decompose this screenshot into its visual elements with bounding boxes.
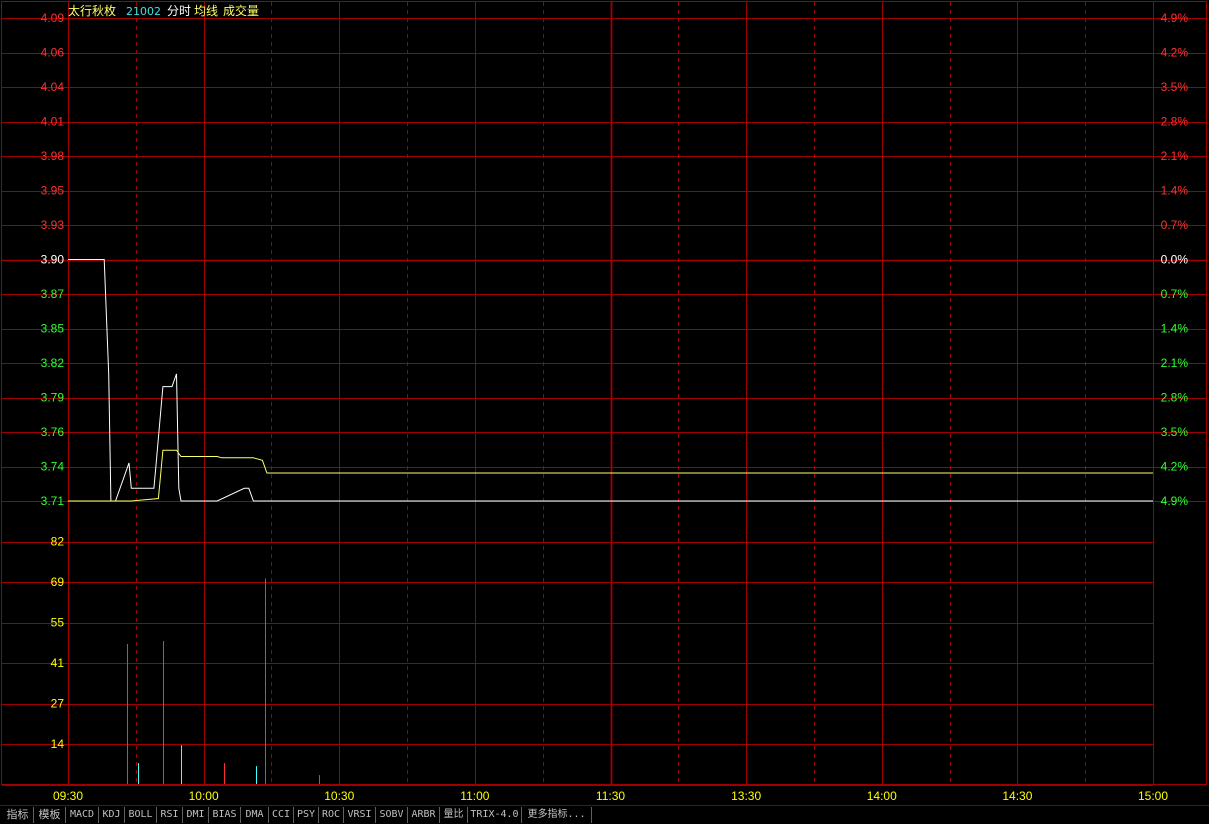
price-lines	[68, 259, 1153, 502]
time-axis: 09:30 10:00 10:30 11:00 11:30 13:30 14:00 14:30…	[53, 789, 1168, 803]
indicator-tab[interactable]: 指标	[2, 807, 34, 823]
price-tick-label: 3.79	[41, 391, 65, 405]
legend-volume: 成交量	[223, 3, 259, 18]
volume-tick-label: 41	[51, 656, 65, 670]
price-line	[68, 259, 1153, 502]
price-tick-label: 3.82	[41, 356, 65, 370]
indicator-tab[interactable]: ROC	[319, 807, 344, 823]
price-tick-label: 3.85	[41, 322, 65, 336]
time-tick-label: 11:00	[460, 789, 489, 803]
chart-grid	[1, 1, 1207, 786]
price-tick-label: 3.74	[41, 460, 65, 474]
volume-tick-label: 55	[51, 616, 65, 630]
indicator-tab[interactable]: PSY	[294, 807, 319, 823]
time-tick-label: 14:30	[1002, 789, 1032, 803]
volume-bars	[127, 578, 320, 784]
percent-tick-label: 4.2%	[1161, 460, 1189, 474]
percent-tick-label: 0.7%	[1161, 287, 1189, 301]
price-tick-label: 4.04	[41, 80, 65, 94]
indicator-tab[interactable]: BOLL	[125, 807, 157, 823]
volume-tick-label: 27	[51, 697, 65, 711]
percent-tick-label: 4.2%	[1161, 46, 1189, 60]
percent-tick-label: 2.1%	[1161, 149, 1189, 163]
indicator-tab[interactable]: CCI	[269, 807, 294, 823]
price-tick-label: 3.76	[41, 425, 65, 439]
indicator-tab[interactable]: 更多指标...	[522, 807, 592, 823]
price-tick-label: 3.71	[41, 494, 65, 508]
indicator-tab[interactable]: VRSI	[344, 807, 376, 823]
percent-tick-label: 4.9%	[1161, 11, 1189, 25]
price-tick-label: 3.93	[41, 218, 65, 232]
price-tick-label: 3.98	[41, 149, 65, 163]
percent-tick-label: 1.4%	[1161, 184, 1189, 198]
indicator-tab[interactable]: SOBV	[376, 807, 408, 823]
percent-axis: 4.9% 4.2% 3.5% 2.8% 2.1% 1.4% 0.7% 0.0% 0.7% 1.4%…	[1161, 11, 1189, 508]
percent-tick-label: 1.4%	[1161, 322, 1189, 336]
average-line	[68, 449, 1153, 502]
time-tick-label: 15:00	[1138, 789, 1168, 803]
indicator-tab[interactable]: 量比	[440, 807, 468, 823]
percent-tick-label: 0.7%	[1161, 218, 1189, 232]
indicator-tab[interactable]: MACD	[66, 807, 99, 823]
indicator-tab[interactable]: 模板	[34, 807, 66, 823]
percent-tick-label: 2.8%	[1161, 115, 1189, 129]
price-tick-label: 4.06	[41, 46, 65, 60]
price-tick-label: 4.09	[41, 11, 65, 25]
volume-tick-label: 14	[51, 737, 65, 751]
time-tick-label: 09:30	[53, 789, 83, 803]
legend-intraday: 分时	[167, 4, 191, 18]
price-tick-label: 3.87	[41, 287, 65, 301]
stock-code: 21002	[126, 5, 161, 18]
time-tick-label: 14:00	[867, 789, 897, 803]
chart-header: 太行秋枚 21002 分时 均线 成交量	[68, 3, 259, 18]
time-tick-label: 13:30	[731, 789, 761, 803]
percent-tick-label: 0.0%	[1161, 253, 1189, 267]
indicator-tab[interactable]: RSI	[157, 807, 183, 823]
time-tick-label: 11:30	[596, 789, 625, 803]
percent-tick-label: 2.8%	[1161, 391, 1189, 405]
percent-tick-label: 3.5%	[1161, 80, 1189, 94]
time-tick-label: 10:00	[189, 789, 219, 803]
price-tick-label: 4.01	[41, 115, 65, 129]
percent-tick-label: 3.5%	[1161, 425, 1189, 439]
indicator-tab[interactable]: DMI	[183, 807, 209, 823]
stock-name: 太行秋枚	[68, 3, 116, 18]
time-tick-label: 10:30	[324, 789, 354, 803]
volume-axis: 82 69 55 41 27 14	[51, 535, 65, 752]
indicator-tab[interactable]: BIAS	[209, 807, 241, 823]
indicator-tab[interactable]: KDJ	[99, 807, 125, 823]
indicator-tab[interactable]: ARBR	[408, 807, 440, 823]
percent-tick-label: 2.1%	[1161, 356, 1189, 370]
indicator-tab-bar: 指标 模板 MACD KDJ BOLL RSI DMI BIAS DMA CCI PSY ROC VRS…	[0, 805, 1209, 824]
price-tick-label: 3.95	[41, 184, 65, 198]
indicator-tab[interactable]: TRIX-4.0	[468, 807, 522, 823]
intraday-chart[interactable]: 4.09 4.06 4.04 4.01 3.98 3.95 3.93 3.90 3.87 3.85…	[0, 0, 1209, 805]
price-axis: 4.09 4.06 4.04 4.01 3.98 3.95 3.93 3.90 3.87 3.85…	[41, 11, 65, 508]
legend-average: 均线	[194, 4, 218, 18]
indicator-tab[interactable]: DMA	[241, 807, 269, 823]
chart-frame	[1, 1, 1207, 785]
volume-tick-label: 69	[51, 575, 65, 589]
price-tick-label: 3.90	[41, 253, 65, 267]
percent-tick-label: 4.9%	[1161, 494, 1189, 508]
volume-tick-label: 82	[51, 535, 65, 549]
